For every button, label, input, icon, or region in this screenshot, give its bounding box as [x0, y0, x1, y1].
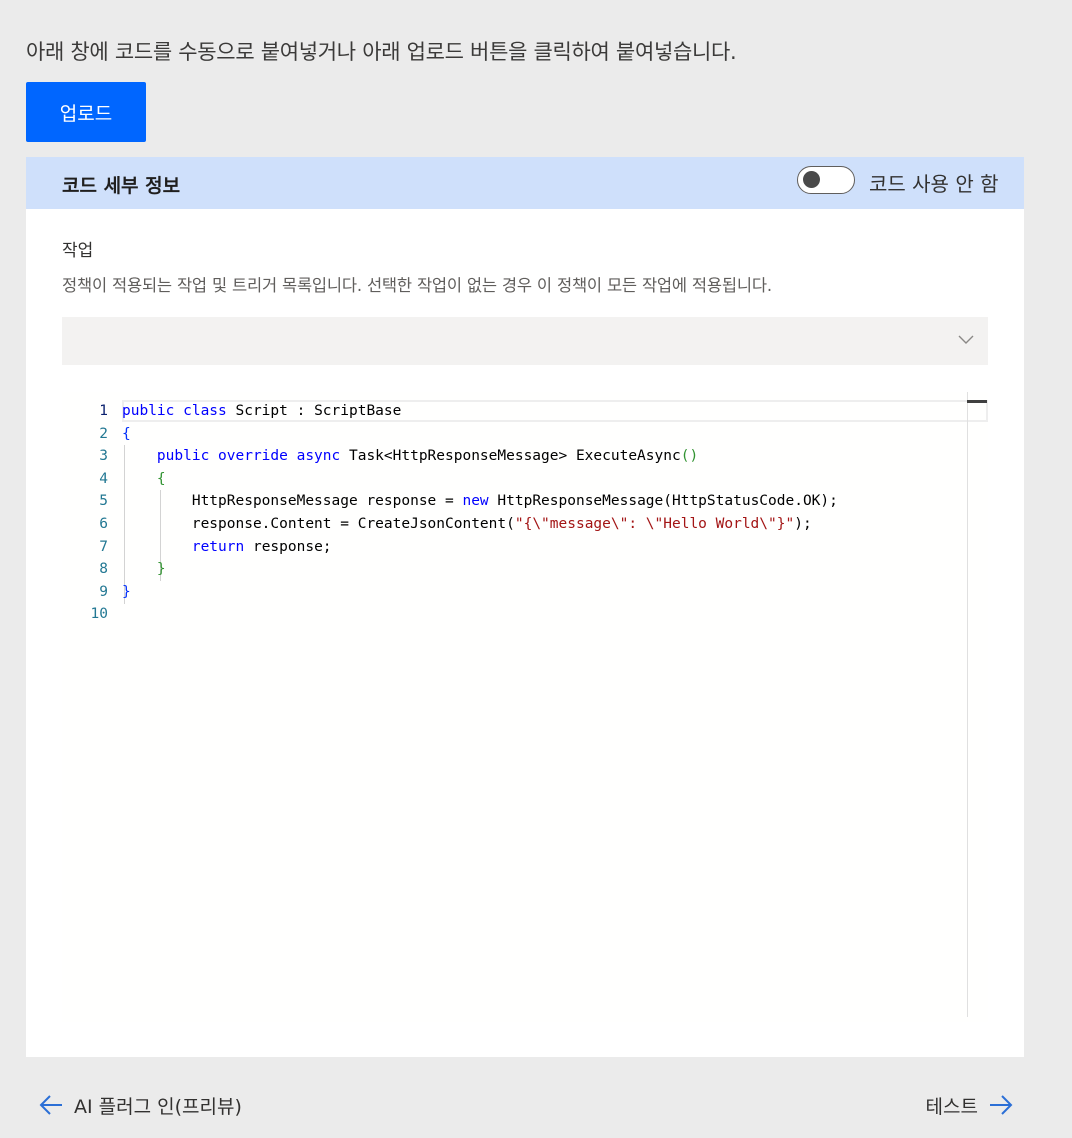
code-token: } — [122, 583, 131, 600]
next-nav-label: 테스트 — [925, 1095, 978, 1118]
code-token: public class — [122, 403, 227, 419]
code-line: { — [122, 423, 982, 446]
code-token: HttpResponseMessage response = — [191, 493, 463, 510]
line-number: 4 — [99, 470, 108, 487]
operations-description: 정책이 적용되는 작업 및 트리거 목록입니다. 선택한 작업이 없는 경우 이… — [62, 276, 772, 295]
line-number: 9 — [99, 583, 108, 600]
code-content: public class Script : ScriptBase { publi… — [122, 400, 982, 626]
code-editor[interactable]: 1 2 3 4 5 6 7 8 9 10 public class Script… — [62, 392, 988, 1022]
code-line: public override async Task<HttpResponseM… — [122, 445, 982, 468]
line-number: 5 — [99, 493, 108, 510]
line-number: 1 — [99, 403, 108, 419]
code-token: public override async — [156, 448, 341, 465]
code-line: { — [122, 468, 982, 491]
code-token: response.Content = CreateJsonContent( — [191, 515, 515, 532]
code-token: "{\"message\": \"Hello World\"}" — [514, 515, 795, 532]
line-number: 10 — [90, 606, 108, 623]
disable-code-toggle[interactable] — [797, 166, 855, 194]
operations-label: 작업 — [62, 241, 94, 261]
code-line: } — [122, 581, 982, 604]
upload-button[interactable]: 업로드 — [26, 82, 146, 142]
arrow-right-icon — [990, 1095, 1013, 1115]
code-token: Script : ScriptBase — [226, 403, 402, 419]
arrow-left-icon — [39, 1095, 62, 1115]
code-line: return response; — [122, 536, 982, 559]
line-number: 7 — [99, 538, 108, 555]
chevron-down-icon — [958, 335, 974, 344]
instruction-text: 아래 창에 코드를 수동으로 붙여넣거나 아래 업로드 버튼을 클릭하여 붙여넣… — [26, 40, 737, 64]
code-token: new — [462, 493, 489, 510]
code-line: } — [122, 558, 982, 581]
line-number: 8 — [99, 561, 108, 578]
panel-header: 코드 세부 정보 코드 사용 안 함 — [26, 157, 1024, 209]
toggle-label: 코드 사용 안 함 — [869, 172, 999, 196]
line-number: 6 — [99, 515, 108, 532]
code-details-panel: 코드 세부 정보 코드 사용 안 함 작업 정책이 적용되는 작업 및 트리거 … — [26, 157, 1024, 1057]
code-token: () — [680, 448, 699, 465]
code-token: ); — [794, 515, 812, 532]
code-token: { — [156, 470, 166, 487]
code-token: response; — [244, 538, 332, 555]
code-token: { — [122, 425, 131, 442]
operations-dropdown[interactable] — [62, 317, 988, 365]
line-number: 3 — [99, 448, 108, 465]
back-nav-label: AI 플러그 인(프리뷰) — [74, 1095, 242, 1118]
code-token: Task<HttpResponseMessage> ExecuteAsync — [340, 448, 681, 465]
toggle-knob — [803, 171, 820, 188]
line-number-gutter: 1 2 3 4 5 6 7 8 9 10 — [62, 400, 108, 626]
back-nav-button[interactable]: AI 플러그 인(프리뷰) — [38, 1090, 242, 1120]
panel-title: 코드 세부 정보 — [62, 175, 181, 197]
code-token: } — [156, 561, 166, 578]
code-line: response.Content = CreateJsonContent("{\… — [122, 513, 982, 536]
line-number: 2 — [99, 425, 108, 442]
code-token: return — [191, 538, 245, 555]
code-line: HttpResponseMessage response = new HttpR… — [122, 490, 982, 513]
next-nav-button[interactable]: 테스트 — [926, 1090, 1014, 1120]
code-line: public class Script : ScriptBase — [122, 400, 982, 423]
code-token: HttpResponseMessage(HttpStatusCode.OK); — [488, 493, 838, 510]
